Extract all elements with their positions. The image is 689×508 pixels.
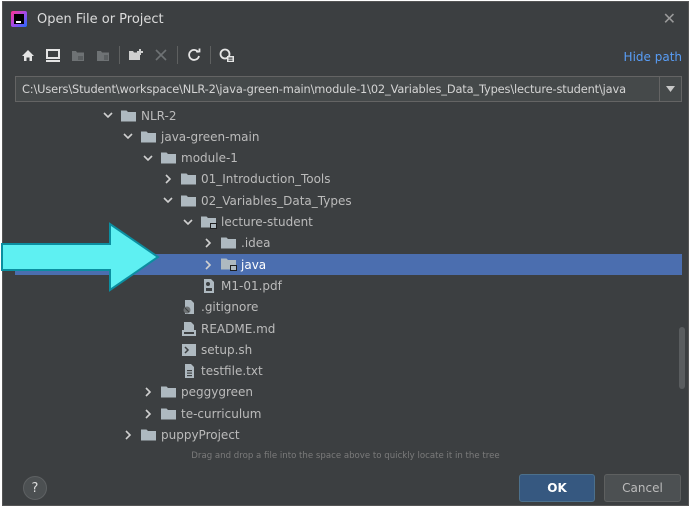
folder-icon <box>141 428 157 442</box>
tree-row-label: peggygreen <box>181 385 253 400</box>
tree-row[interactable]: puppyProject <box>15 425 682 446</box>
tree-row-label: java <box>241 257 267 272</box>
tree-row-label: java-green-main <box>161 129 260 144</box>
show-hidden-icon[interactable] <box>216 44 238 66</box>
tree-row-label: te-curriculum <box>181 406 262 421</box>
chevron-down-icon[interactable] <box>101 109 115 123</box>
refresh-icon[interactable] <box>183 44 205 66</box>
annotation-arrow-icon <box>1 222 160 292</box>
chevron-down-icon <box>666 86 675 92</box>
tree-row[interactable]: te-curriculum <box>15 403 682 424</box>
tree-row[interactable]: NLR-2 <box>15 105 682 126</box>
folder-icon <box>141 130 157 144</box>
folder-icon <box>161 385 177 399</box>
path-input[interactable] <box>16 77 659 101</box>
tree-row[interactable]: java-green-main <box>15 126 682 147</box>
chevron-right-icon[interactable] <box>141 385 155 399</box>
cancel-button[interactable]: Cancel <box>604 474 681 502</box>
tree-row-label: puppyProject <box>161 428 240 442</box>
tree-row-label: README.md <box>201 321 276 336</box>
folder-icon <box>181 172 197 186</box>
tree-row-label: 01_Introduction_Tools <box>201 172 331 187</box>
text-file-icon <box>181 364 197 379</box>
toolbar <box>3 42 688 68</box>
folder-icon <box>161 407 177 421</box>
drag-drop-hint: Drag and drop a file into the space abov… <box>191 451 500 461</box>
shell-file-icon <box>181 343 197 357</box>
intellij-app-icon <box>11 11 27 27</box>
home-icon[interactable] <box>17 44 39 66</box>
title-bar: Open File or Project ✕ <box>3 2 688 36</box>
markdown-file-icon <box>181 321 197 336</box>
folder-icon <box>181 194 197 208</box>
path-field <box>15 76 682 102</box>
close-icon[interactable]: ✕ <box>663 9 676 28</box>
module-folder-icon <box>201 215 217 229</box>
dialog-title: Open File or Project <box>37 11 164 27</box>
chevron-right-icon[interactable] <box>161 172 175 186</box>
folder-icon <box>221 236 237 250</box>
pdf-file-icon <box>201 278 217 293</box>
tree-row[interactable]: 02_Variables_Data_Types <box>15 190 682 211</box>
folder-icon <box>121 109 137 123</box>
path-history-dropdown[interactable] <box>659 77 681 101</box>
new-folder-icon[interactable] <box>125 44 147 66</box>
tree-row[interactable]: 01_Introduction_Tools <box>15 169 682 190</box>
tree-row[interactable]: setup.sh <box>15 339 682 360</box>
hide-path-link[interactable]: Hide path <box>624 50 682 64</box>
module-folder-icon <box>221 258 237 272</box>
project-folder-icon <box>67 44 89 66</box>
ok-button[interactable]: OK <box>519 474 595 502</box>
tree-row-label: testfile.txt <box>201 364 263 379</box>
tree-row-label: M1-01.pdf <box>221 278 282 293</box>
chevron-down-icon[interactable] <box>161 194 175 208</box>
module-folder-icon <box>92 44 114 66</box>
tree-row-label: 02_Variables_Data_Types <box>201 193 352 208</box>
gitignore-file-icon <box>181 300 197 315</box>
tree-row[interactable]: module-1 <box>15 148 682 169</box>
tree-row-label: .gitignore <box>201 300 259 315</box>
tree-row-label: module-1 <box>181 151 238 166</box>
chevron-down-icon[interactable] <box>121 130 135 144</box>
delete-icon <box>150 44 172 66</box>
tree-row[interactable]: README.md <box>15 318 682 339</box>
tree-row[interactable]: .gitignore <box>15 297 682 318</box>
folder-icon <box>161 151 177 165</box>
chevron-right-icon[interactable] <box>141 407 155 421</box>
toolbar-separator <box>177 46 178 64</box>
tree-row-label: .idea <box>241 236 271 251</box>
toolbar-separator <box>210 46 211 64</box>
tree-row[interactable]: peggygreen <box>15 382 682 403</box>
toolbar-separator <box>119 46 120 64</box>
help-button[interactable]: ? <box>23 476 47 500</box>
chevron-right-icon[interactable] <box>121 428 135 442</box>
tree-scrollbar[interactable] <box>679 327 685 389</box>
chevron-right-icon[interactable] <box>201 236 215 250</box>
chevron-right-icon[interactable] <box>201 258 215 272</box>
tree-row[interactable]: testfile.txt <box>15 361 682 382</box>
desktop-icon[interactable] <box>42 44 64 66</box>
chevron-down-icon[interactable] <box>181 215 195 229</box>
chevron-down-icon[interactable] <box>141 151 155 165</box>
tree-row-label: setup.sh <box>201 342 253 357</box>
tree-row-label: lecture-student <box>221 215 313 229</box>
tree-row-label: NLR-2 <box>141 108 177 123</box>
